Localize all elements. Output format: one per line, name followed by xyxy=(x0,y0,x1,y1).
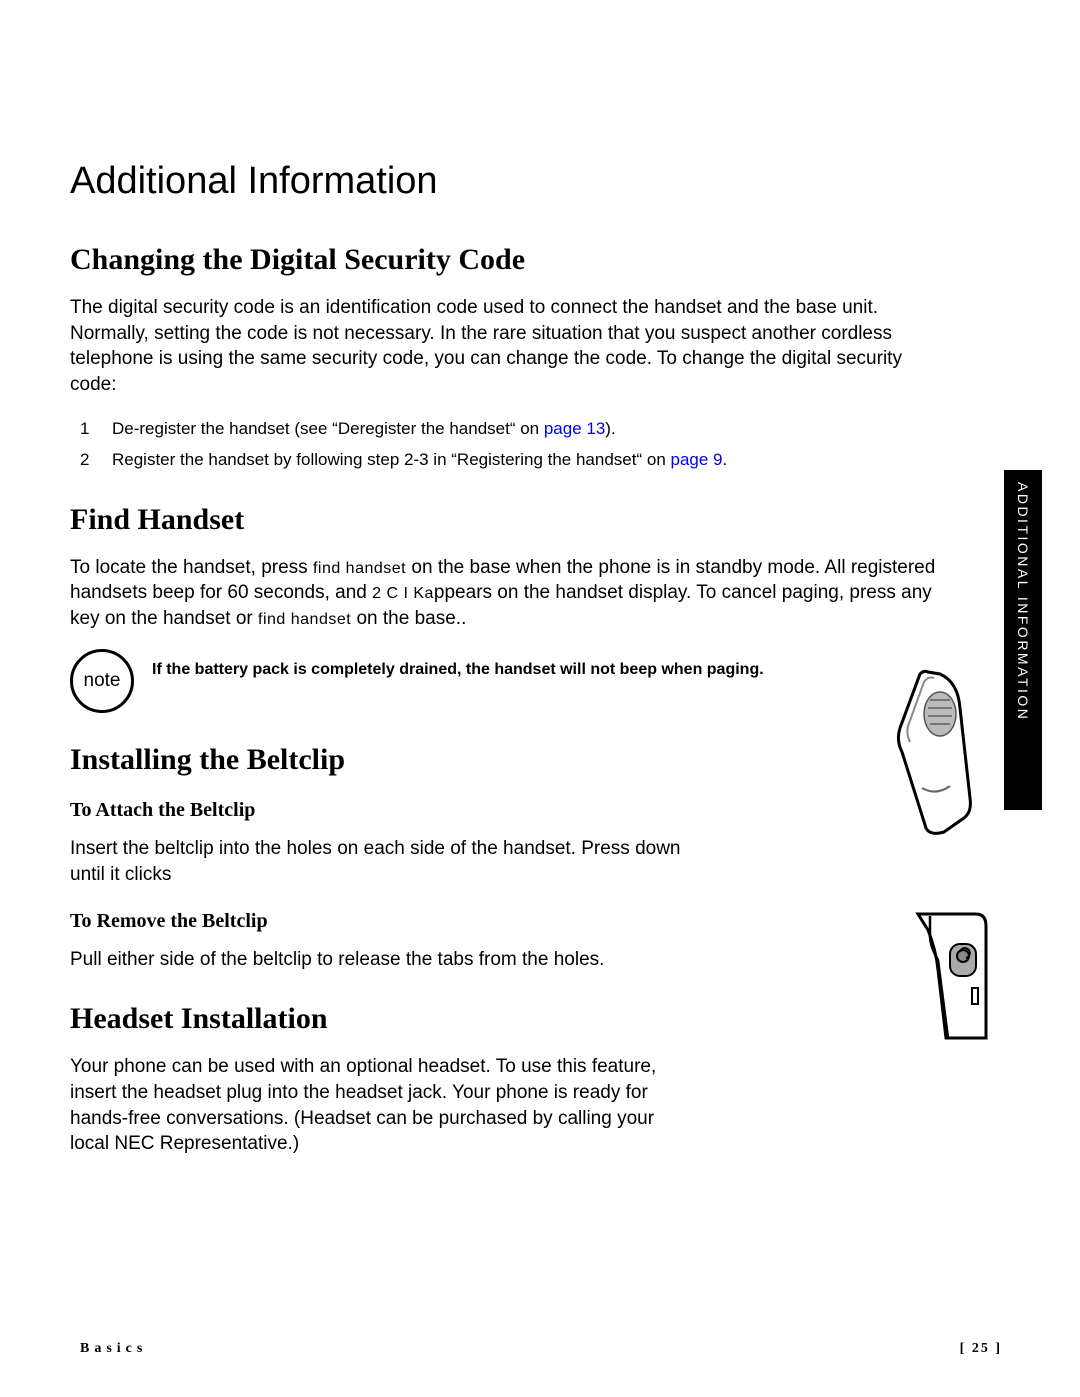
note-block: note If the battery pack is completely d… xyxy=(70,649,940,713)
handset-headset-illustration xyxy=(878,910,998,1040)
link-page-13[interactable]: page 13 xyxy=(544,419,605,438)
list-item: 2 Register the handset by following step… xyxy=(80,447,940,473)
list-text: De-register the handset (see “Deregister… xyxy=(112,416,616,442)
body-security-code: The digital security code is an identifi… xyxy=(70,295,940,398)
heading-security-code: Changing the Digital Security Code xyxy=(70,243,940,277)
page-footer: Basics [ 25 ] xyxy=(80,1341,1002,1357)
display-text: 2 C I Ka xyxy=(372,585,434,602)
ordered-list: 1 De-register the handset (see “Deregist… xyxy=(80,416,940,473)
subheading-attach: To Attach the Beltclip xyxy=(70,799,940,822)
heading-headset: Headset Installation xyxy=(70,1002,940,1036)
page: Additional Information Changing the Digi… xyxy=(0,0,1080,1397)
body-find-handset: To locate the handset, press find handse… xyxy=(70,555,940,632)
footer-section: Basics xyxy=(80,1341,147,1357)
page-title: Additional Information xyxy=(70,160,940,203)
key-find-handset: find handset xyxy=(258,611,351,628)
note-text: If the battery pack is completely draine… xyxy=(152,649,764,679)
list-text: Register the handset by following step 2… xyxy=(112,447,727,473)
heading-find-handset: Find Handset xyxy=(70,503,940,537)
handset-beltclip-illustration xyxy=(878,668,998,836)
footer-page-number: [ 25 ] xyxy=(960,1341,1002,1357)
list-number: 1 xyxy=(80,416,94,442)
body-remove: Pull either side of the beltclip to rele… xyxy=(70,947,690,973)
body-attach: Insert the beltclip into the holes on ea… xyxy=(70,836,690,887)
content-column: Additional Information Changing the Digi… xyxy=(70,160,940,1157)
subheading-remove: To Remove the Beltclip xyxy=(70,910,940,933)
link-page-9[interactable]: page 9 xyxy=(671,450,723,469)
key-find-handset: find handset xyxy=(313,560,406,577)
list-item: 1 De-register the handset (see “Deregist… xyxy=(80,416,940,442)
body-headset: Your phone can be used with an optional … xyxy=(70,1054,690,1157)
note-icon: note xyxy=(70,649,134,713)
heading-beltclip: Installing the Beltclip xyxy=(70,743,940,777)
list-number: 2 xyxy=(80,447,94,473)
section-tab: ADDITIONAL INFORMATION xyxy=(1004,470,1042,810)
